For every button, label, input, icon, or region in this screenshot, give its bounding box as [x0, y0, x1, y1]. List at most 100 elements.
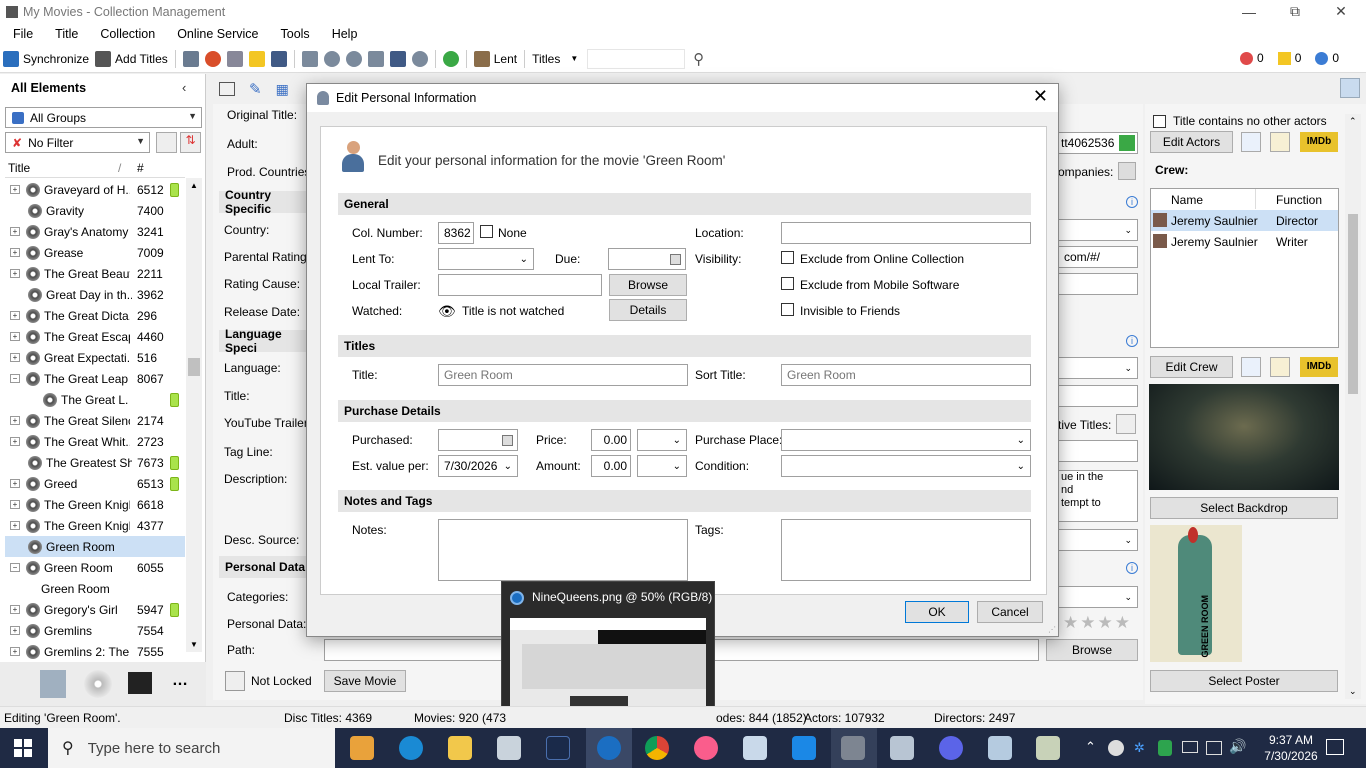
- save-icon[interactable]: [270, 50, 287, 67]
- lent-button[interactable]: Lent: [471, 47, 520, 71]
- cancel-button[interactable]: Cancel: [977, 601, 1043, 623]
- list-item[interactable]: + The Great Dicta... 296: [5, 305, 185, 326]
- taskbar-preview[interactable]: NineQueens.png @ 50% (RGB/8): [501, 581, 715, 726]
- list-item[interactable]: + The Great Whit... 2723: [5, 431, 185, 452]
- exclude-mobile-checkbox[interactable]: [781, 277, 794, 290]
- purchased-date-input[interactable]: [438, 429, 518, 451]
- rating-cause-input[interactable]: [1058, 273, 1138, 295]
- disc-icon[interactable]: [182, 50, 199, 67]
- expand-icon[interactable]: +: [10, 500, 20, 509]
- bluetooth-icon[interactable]: ✲: [1134, 740, 1145, 756]
- search-icon[interactable]: ⚲: [693, 50, 704, 68]
- paste-crew-icon[interactable]: [1270, 357, 1290, 377]
- dialog-close-icon[interactable]: ✕: [1033, 86, 1048, 107]
- paste-actors-icon[interactable]: [1270, 132, 1290, 152]
- list-item[interactable]: + Great Expectati... 516: [5, 347, 185, 368]
- tagline-input[interactable]: [1058, 440, 1138, 462]
- collapse-icon[interactable]: −: [10, 374, 20, 383]
- condition-select[interactable]: ⌄: [781, 455, 1031, 477]
- notes-textarea[interactable]: [438, 519, 688, 581]
- more-icon[interactable]: …: [172, 672, 188, 690]
- country-select[interactable]: ⌄: [1058, 219, 1138, 241]
- app-icon[interactable]: [1036, 736, 1060, 760]
- info-icon[interactable]: i: [1126, 196, 1138, 208]
- title-input[interactable]: [438, 364, 688, 386]
- app-icon[interactable]: [988, 736, 1012, 760]
- windows-start-icon[interactable]: [14, 739, 32, 757]
- scroll-thumb[interactable]: [1348, 214, 1358, 394]
- exclude-online-checkbox[interactable]: [781, 251, 794, 264]
- tags-textarea[interactable]: [781, 519, 1031, 581]
- path-browse-button[interactable]: Browse: [1046, 639, 1138, 661]
- battery-icon[interactable]: [1182, 741, 1198, 753]
- eye-icon[interactable]: 👁: [438, 303, 456, 320]
- watched-details-button[interactable]: Details: [609, 299, 687, 321]
- media-app-icon[interactable]: [546, 736, 570, 760]
- warning-icon[interactable]: [248, 50, 265, 67]
- list-item[interactable]: − The Great Leap 8067: [5, 368, 185, 389]
- menu-file[interactable]: File: [0, 27, 42, 41]
- expand-icon[interactable]: +: [10, 353, 20, 362]
- list-item[interactable]: + The Green Knight 6618: [5, 494, 185, 515]
- restore-button[interactable]: ⧉: [1272, 0, 1318, 23]
- info-icon[interactable]: i: [1126, 562, 1138, 574]
- imdb-crew-button[interactable]: IMDb: [1300, 357, 1338, 377]
- expand-icon[interactable]: +: [10, 185, 20, 194]
- app-icon[interactable]: [890, 736, 914, 760]
- volume-icon[interactable]: 🔊: [1229, 738, 1246, 755]
- list-item[interactable]: + The Great Beauty 2211: [5, 263, 185, 284]
- tray-chevron-up-icon[interactable]: ⌃: [1085, 739, 1096, 755]
- lookup-icon[interactable]: [411, 50, 428, 67]
- my-movies-icon[interactable]: [841, 736, 865, 760]
- disc-scan-icon[interactable]: [323, 50, 340, 67]
- companies-edit-icon[interactable]: [1118, 162, 1136, 180]
- list-item[interactable]: + Grease 7009: [5, 242, 185, 263]
- col-number-input[interactable]: 8362: [438, 222, 474, 244]
- imdb-actors-button[interactable]: IMDb: [1300, 132, 1338, 152]
- network-icon[interactable]: [1206, 741, 1222, 755]
- table-row[interactable]: Jeremy Saulnier Director: [1151, 210, 1338, 231]
- list-item[interactable]: Green Room: [5, 536, 185, 557]
- categories-select[interactable]: ⌄: [1058, 586, 1138, 608]
- imdb-go-icon[interactable]: [1119, 135, 1135, 151]
- list-item[interactable]: + Gremlins 7554: [5, 620, 185, 641]
- rating-stars[interactable]: ★★★★: [1063, 613, 1132, 633]
- local-trailer-input[interactable]: [438, 274, 602, 296]
- location-input[interactable]: [781, 222, 1031, 244]
- copy-crew-icon[interactable]: [1241, 357, 1261, 377]
- edit-crew-button[interactable]: Edit Crew: [1150, 356, 1233, 378]
- due-date-input[interactable]: [608, 248, 686, 270]
- list-item[interactable]: + The Great Escape 4460: [5, 326, 185, 347]
- discord-icon[interactable]: [939, 736, 963, 760]
- save-movie-button[interactable]: Save Movie: [324, 670, 406, 692]
- description-text[interactable]: ue in the nd tempt to: [1058, 470, 1138, 522]
- select-poster-button[interactable]: Select Poster: [1150, 670, 1338, 692]
- local-trailer-browse-button[interactable]: Browse: [609, 274, 687, 296]
- menu-tools[interactable]: Tools: [268, 27, 319, 41]
- edit-pencil-icon[interactable]: ✎: [249, 80, 262, 98]
- list-item[interactable]: Great Day in th... 3962: [5, 284, 185, 305]
- menu-title[interactable]: Title: [42, 27, 87, 41]
- tray-icon[interactable]: [1108, 740, 1124, 756]
- right-scrollbar[interactable]: ⌃ ⌄: [1345, 114, 1361, 699]
- edge-icon[interactable]: [399, 736, 423, 760]
- disk-icon[interactable]: [389, 50, 406, 67]
- expand-icon[interactable]: +: [10, 479, 20, 488]
- col-title-header[interactable]: Title: [8, 161, 30, 175]
- expand-icon[interactable]: +: [10, 332, 20, 341]
- list-item[interactable]: + Gregory's Girl 5947: [5, 599, 185, 620]
- export-icon[interactable]: [367, 50, 384, 67]
- sort-title-input[interactable]: [781, 364, 1031, 386]
- security-icon[interactable]: [1158, 740, 1172, 756]
- grid-icon[interactable]: ▦: [276, 81, 289, 98]
- add-titles-button[interactable]: Add Titles: [92, 47, 171, 71]
- amount-input[interactable]: 0.00: [591, 455, 631, 477]
- trash-icon[interactable]: [226, 50, 243, 67]
- expand-icon[interactable]: +: [10, 626, 20, 635]
- crew-col-function[interactable]: Function: [1276, 193, 1322, 207]
- lock-icon[interactable]: [225, 671, 245, 691]
- web-icon[interactable]: [204, 50, 221, 67]
- box-icon[interactable]: [40, 670, 66, 698]
- widgets-icon[interactable]: [350, 736, 374, 760]
- url-input[interactable]: com/#/: [1058, 246, 1138, 268]
